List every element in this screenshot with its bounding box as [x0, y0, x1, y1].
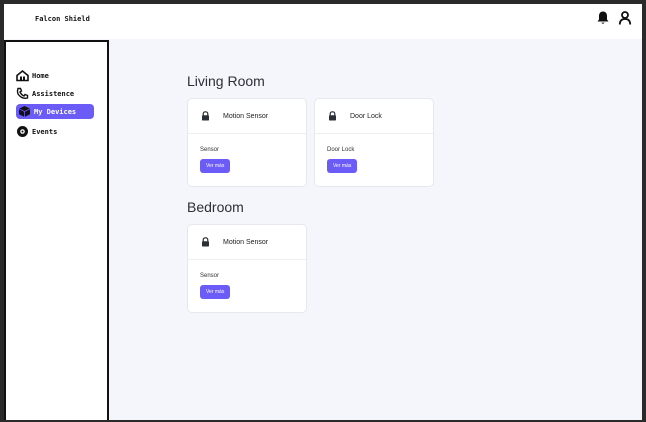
device-card: Motion Sensor Sensor Ver más: [187, 98, 307, 187]
device-type: Door Lock: [327, 147, 355, 153]
device-name: Motion Sensor: [223, 112, 269, 120]
ver-mas-button[interactable]: Ver más: [200, 285, 231, 299]
lock-icon: [202, 111, 209, 121]
sidebar-item-label: Assistence: [32, 89, 75, 98]
ver-mas-button[interactable]: Ver más: [327, 159, 358, 173]
device-card: Door Lock Door Lock Ver más: [314, 98, 434, 187]
device-card: Motion Sensor Sensor Ver más: [187, 224, 307, 313]
brand-title: Falcon Shield: [35, 15, 90, 23]
bell-icon[interactable]: [596, 10, 610, 26]
ver-mas-button[interactable]: Ver más: [200, 159, 231, 173]
camera-icon: [17, 126, 28, 137]
sidebar-item-label: My Devices: [34, 107, 77, 116]
lock-icon: [329, 111, 336, 121]
device-type: Sensor: [200, 273, 220, 279]
user-icon[interactable]: [618, 10, 632, 26]
sidebar-item-home[interactable]: Home: [16, 68, 49, 83]
top-bar: Falcon Shield: [4, 4, 642, 39]
sidebar-item-label: Home: [32, 71, 49, 80]
sidebar-item-my-devices[interactable]: My Devices: [16, 104, 94, 119]
app-window: Falcon Shield Home Assistence My Devices…: [4, 4, 642, 420]
room-title: Living Room: [187, 73, 265, 89]
sidebar-item-label: Events: [32, 127, 58, 136]
device-type: Sensor: [200, 147, 220, 153]
phone-icon: [16, 87, 29, 100]
sidebar-item-assistence[interactable]: Assistence: [16, 86, 74, 101]
sidebar-item-events[interactable]: Events: [16, 124, 57, 139]
home-icon: [16, 69, 29, 82]
lock-icon: [202, 237, 209, 247]
device-name: Motion Sensor: [223, 238, 269, 246]
device-name: Door Lock: [350, 112, 382, 120]
room-title: Bedroom: [187, 199, 244, 215]
sidebar: Home Assistence My Devices Events: [4, 40, 109, 420]
box-icon: [18, 106, 31, 117]
